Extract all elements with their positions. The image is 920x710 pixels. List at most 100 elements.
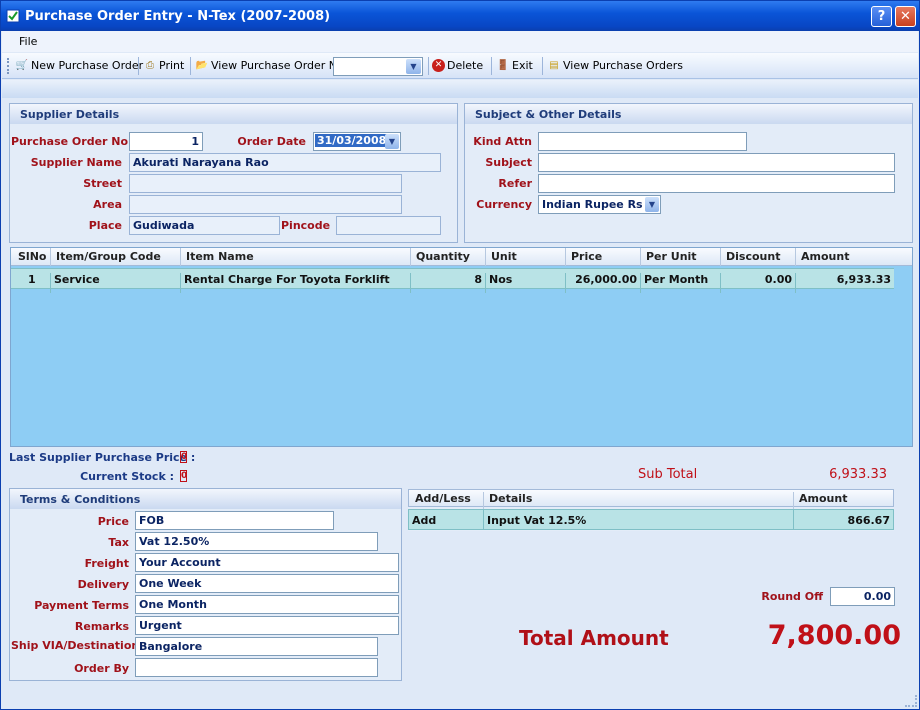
currency-label: Currency <box>476 198 532 211</box>
col-discount[interactable]: Discount <box>726 250 780 263</box>
cell-discount: 0.00 <box>764 273 792 286</box>
terms-order-by-field[interactable] <box>135 658 378 677</box>
terms-ship-field[interactable]: Bangalore <box>135 637 378 656</box>
toolbar-separator <box>542 57 543 75</box>
terms-order-by-label: Order By <box>74 662 129 675</box>
table-row[interactable]: 1 Service Rental Charge For Toyota Forkl… <box>11 268 894 293</box>
col-divider <box>793 492 794 510</box>
col-divider <box>410 248 411 266</box>
view-po-no-label: View Purchase Order No <box>211 59 344 72</box>
terms-remarks-label: Remarks <box>74 620 129 633</box>
col-quantity[interactable]: Quantity <box>416 250 470 263</box>
subtotal-value: 6,933.33 <box>829 467 887 482</box>
items-grid[interactable]: SlNo Item/Group Code Item Name Quantity … <box>10 247 913 447</box>
list-icon: ▤ <box>549 60 559 71</box>
round-off-label: Round Off <box>761 590 823 603</box>
view-pos-button[interactable]: ▤ View Purchase Orders <box>547 59 683 72</box>
refer-field[interactable] <box>538 174 895 193</box>
close-button[interactable]: ✕ <box>895 6 916 27</box>
pincode-field[interactable] <box>336 216 441 235</box>
col-item-code[interactable]: Item/Group Code <box>56 250 161 263</box>
total-amount-label: Total Amount <box>519 626 669 650</box>
order-date-label: Order Date <box>237 135 306 148</box>
col-divider <box>795 248 796 266</box>
terms-price-field[interactable]: FOB <box>135 511 334 530</box>
delete-button[interactable]: ✕ Delete <box>432 59 483 72</box>
row-divider <box>50 273 51 293</box>
app-icon <box>6 9 20 23</box>
add-less-grid[interactable]: Add/Less Details Amount Add Input Vat 12… <box>408 489 894 531</box>
exit-label: Exit <box>512 59 533 72</box>
subject-label: Subject <box>485 156 532 169</box>
exit-button[interactable]: 🚪 Exit <box>496 59 533 72</box>
print-label: Print <box>159 59 185 72</box>
supplier-name-field[interactable]: Akurati Narayana Rao <box>129 153 441 172</box>
row-divider <box>180 273 181 293</box>
col-add-amount[interactable]: Amount <box>799 492 847 505</box>
items-grid-header: SlNo Item/Group Code Item Name Quantity … <box>11 248 912 266</box>
cell-amount: 6,933.33 <box>836 273 891 286</box>
view-po-no-button[interactable]: 📂 View Purchase Order No <box>195 59 344 72</box>
chevron-down-icon[interactable]: ▼ <box>406 59 421 74</box>
toolbar-separator <box>428 57 429 75</box>
print-button[interactable]: ⎙ Print <box>143 59 184 72</box>
subject-field[interactable] <box>538 153 895 172</box>
supplier-details-heading: Supplier Details <box>10 104 457 124</box>
col-amount[interactable]: Amount <box>801 250 849 263</box>
terms-tax-field[interactable]: Vat 12.50% <box>135 532 378 551</box>
place-label: Place <box>88 219 122 232</box>
col-price[interactable]: Price <box>571 250 602 263</box>
round-off-field[interactable]: 0.00 <box>830 587 895 606</box>
street-field[interactable] <box>129 174 402 193</box>
area-field[interactable] <box>129 195 402 214</box>
order-date-value: 31/03/2008 <box>315 134 389 147</box>
col-divider <box>50 248 51 266</box>
col-divider <box>485 248 486 266</box>
col-slno[interactable]: SlNo <box>18 250 46 263</box>
total-amount-value: 7,800.00 <box>767 620 901 651</box>
view-pos-label: View Purchase Orders <box>563 59 684 72</box>
terms-remarks-field[interactable]: Urgent <box>135 616 399 635</box>
col-per-unit[interactable]: Per Unit <box>646 250 697 263</box>
col-add-less[interactable]: Add/Less <box>415 492 471 505</box>
kind-attn-field[interactable] <box>538 132 747 151</box>
row-divider <box>485 273 486 293</box>
row-divider <box>483 510 484 530</box>
col-item-name[interactable]: Item Name <box>186 250 254 263</box>
chevron-down-icon[interactable]: ▼ <box>645 197 659 212</box>
po-number-combo[interactable]: ▼ <box>333 57 423 76</box>
pincode-label: Pincode <box>281 219 331 232</box>
printer-icon: ⎙ <box>146 60 154 71</box>
terms-delivery-label: Delivery <box>77 578 129 591</box>
add-less-header: Add/Less Details Amount <box>408 489 894 510</box>
col-divider <box>565 248 566 266</box>
purchase-order-window: Purchase Order Entry - N-Tex (2007-2008)… <box>0 0 920 710</box>
chevron-down-icon[interactable]: ▼ <box>385 134 399 149</box>
col-details[interactable]: Details <box>489 492 532 505</box>
menu-file[interactable]: File <box>19 35 37 48</box>
refer-label: Refer <box>498 177 532 190</box>
help-button[interactable]: ? <box>871 6 892 27</box>
terms-freight-field[interactable]: Your Account <box>135 553 399 572</box>
resize-grip[interactable] <box>905 695 917 707</box>
toolbar-separator <box>138 57 139 75</box>
cell-item-name: Rental Charge For Toyota Forklift <box>184 273 390 286</box>
table-row[interactable]: Add Input Vat 12.5% 866.67 <box>408 509 894 530</box>
terms-delivery-field[interactable]: One Week <box>135 574 399 593</box>
col-unit[interactable]: Unit <box>491 250 517 263</box>
place-field[interactable]: Gudiwada <box>129 216 280 235</box>
terms-payment-label: Payment Terms <box>34 599 129 612</box>
terms-heading: Terms & Conditions <box>10 489 401 509</box>
order-date-field[interactable]: 31/03/2008 ▼ <box>313 132 401 151</box>
last-price-label: Last Supplier Purchase Price : <box>9 451 196 464</box>
po-no-field[interactable]: 1 <box>129 132 203 151</box>
currency-select[interactable]: Indian Rupee Rs ▼ <box>538 195 661 214</box>
terms-freight-label: Freight <box>84 557 129 570</box>
toolbar-grip[interactable] <box>7 58 10 74</box>
supplier-name-label: Supplier Name <box>30 156 122 169</box>
terms-payment-field[interactable]: One Month <box>135 595 399 614</box>
new-po-label: New Purchase Order <box>31 59 144 72</box>
area-label: Area <box>93 198 122 211</box>
cart-icon: 🛒 <box>15 60 29 71</box>
new-po-button[interactable]: 🛒 New Purchase Order <box>15 59 143 72</box>
